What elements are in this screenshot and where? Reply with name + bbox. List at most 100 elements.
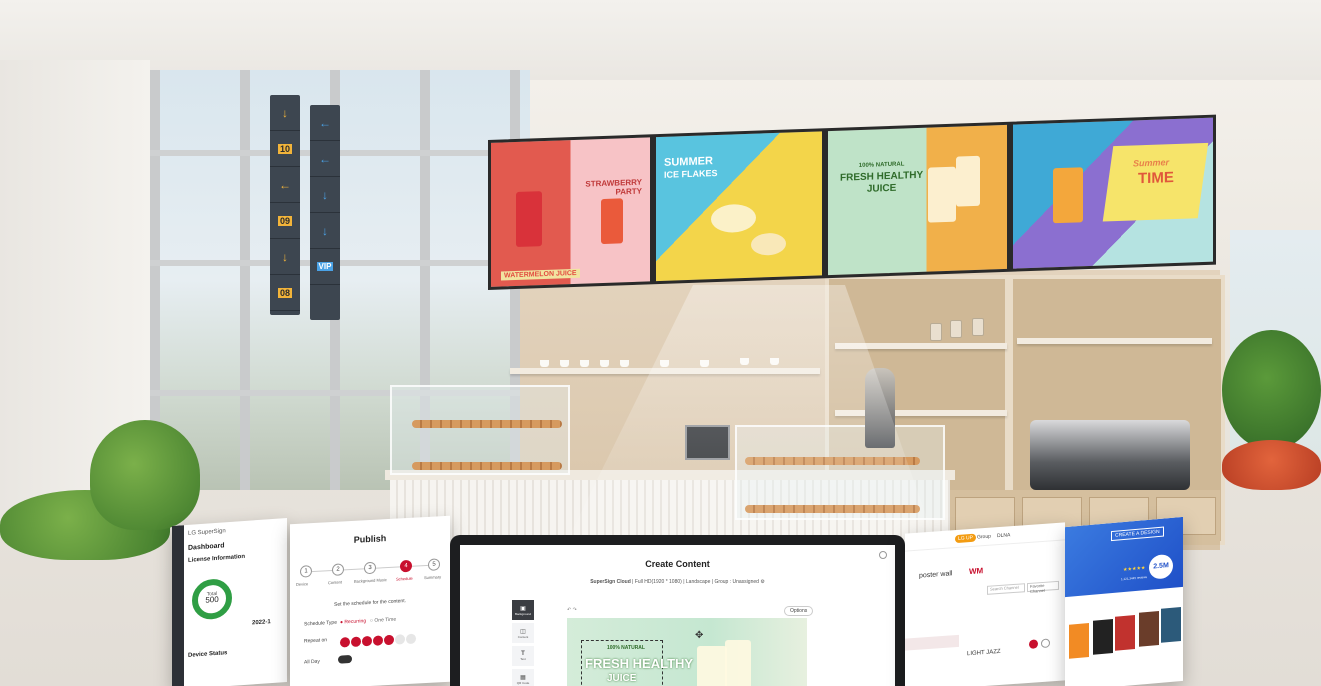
step-content[interactable]: 2 [332,563,344,576]
arrow-icon: ↓ [322,223,328,238]
all-day-toggle[interactable] [338,654,352,664]
panel-text: 100% NATURAL FRESH HEALTHY JUICE [840,158,923,197]
day-toggle[interactable] [406,633,416,645]
meta-item: SuperSign Cloud [590,579,631,585]
settings-icon[interactable]: ⚙ [760,579,764,585]
music-card: LG UP Group DLNA poster wall WM Search C… [905,522,1065,686]
template-thumb[interactable] [1069,623,1089,659]
weekday-picker[interactable] [340,631,417,653]
cup [600,360,609,367]
page-title: Create Content [645,559,710,569]
tool-qr[interactable]: ▦ QR Code [512,669,534,686]
cup [560,360,569,367]
record-icon[interactable] [1029,639,1038,649]
step-schedule[interactable]: 4 [400,559,412,573]
template-thumb[interactable] [1093,618,1113,655]
vip-tag: VIP [316,262,334,271]
window-transom [150,150,530,156]
arrow-icon: ← [279,177,291,192]
publish-card: Publish 1 2 3 4 5 Device Content Backgro… [290,515,450,686]
template-thumb[interactable] [1115,615,1135,651]
gate-number: 10 [277,143,292,154]
video-panel-1: STRAWBERRY PARTY WATERMELON JUICE [488,134,653,290]
pastry-row [412,462,562,470]
tool-background[interactable]: ▣ Background [512,600,534,620]
radio-onetime[interactable]: ○ One Time [370,617,396,624]
tool-label: Text [520,657,526,661]
arrow-icon: ↓ [322,187,328,202]
template-thumb[interactable] [1139,610,1159,647]
gauge-label: Total 500 [200,590,224,605]
license-date: 2022-1 [252,619,271,627]
search-input[interactable]: Search Channel [987,583,1025,595]
video-wall: STRAWBERRY PARTY WATERMELON JUICE SUMMER… [488,114,1216,290]
move-icon[interactable]: ✥ [695,630,703,641]
favorite-button[interactable]: Favorite Channel [1027,580,1059,594]
tool-content[interactable]: ◫ Content [512,623,534,643]
tab[interactable]: LG UP [955,533,977,544]
cup [540,360,549,367]
gate-number: 08 [277,287,292,298]
orange-drink [1053,167,1083,224]
image-icon: ▣ [520,605,526,612]
tab[interactable]: Group [977,534,991,541]
section-title: License Information [188,553,246,564]
ice-bowl [711,203,756,234]
step-label: Background Music [354,577,387,584]
arrow-icon: ↓ [282,105,288,120]
panel-text: Summer [1133,157,1170,169]
page-title: Dashboard [188,542,225,552]
play-icon[interactable] [1041,638,1050,649]
preview-text: 100% NATURAL [607,645,645,651]
day-toggle[interactable] [395,634,405,645]
arrow-icon: ← [319,115,331,130]
meta-item: Full HD(1920 * 1080) [634,579,682,585]
step-device[interactable]: 1 [300,565,312,578]
tool-label: Background [514,611,531,616]
gate-number: 09 [277,215,292,226]
tab[interactable]: DLNA [997,532,1010,539]
day-toggle[interactable] [351,636,361,647]
instruction-text: Set the schedule for the content. [334,598,406,608]
meta-item: Landscape [685,579,711,585]
section-title: Device Status [188,650,228,659]
content-meta: SuperSign Cloud | Full HD(1920 * 1080) |… [590,579,765,585]
step-summary[interactable]: 5 [428,558,440,571]
jar [930,323,942,341]
radio-recurring[interactable]: ● Recurring [340,618,366,625]
espresso-machine [1030,420,1190,490]
panel-text: WATERMELON JUICE [501,268,580,281]
radio-label: Recurring [344,618,367,626]
juice-glass [725,640,751,686]
list-item[interactable] [905,634,959,651]
canvas-preview[interactable]: 100% NATURAL FRESH HEALTHY JUICE ✥ [567,618,807,686]
video-panel-4: Summer TIME [1010,114,1216,272]
day-toggle[interactable] [373,635,383,646]
create-content-screen: Create Content SuperSign Cloud | Full HD… [460,545,895,686]
step-label: Summary [424,574,442,581]
plant [90,420,200,530]
day-toggle[interactable] [384,634,394,646]
undo-redo[interactable]: ↶ ↷ [567,607,577,613]
day-toggle[interactable] [340,637,350,648]
step-music[interactable]: 3 [364,561,376,575]
tool-text[interactable]: T Text [512,646,534,666]
panel-text-line: ICE FLAKES [664,167,718,180]
pastry-row [412,420,562,428]
content-icon: ◫ [520,628,526,635]
dialog-title: Publish [353,533,387,545]
day-toggle[interactable] [362,635,372,647]
tool-label: Content [517,634,529,639]
preview-text: JUICE [607,673,637,684]
preview-text: FRESH HEALTHY [585,656,694,671]
step-label: Content [328,579,343,586]
panel-text: STRAWBERRY PARTY [585,178,642,198]
dashboard-card: LG SuperSign Dashboard License Informati… [172,517,287,686]
cup [620,360,629,367]
window-mullion [240,70,250,490]
field-label: All Day [304,658,320,666]
tool-label: QR Code [516,680,530,685]
template-thumb[interactable] [1161,607,1181,643]
close-icon[interactable] [879,551,887,559]
options-button[interactable]: Options [784,606,814,616]
